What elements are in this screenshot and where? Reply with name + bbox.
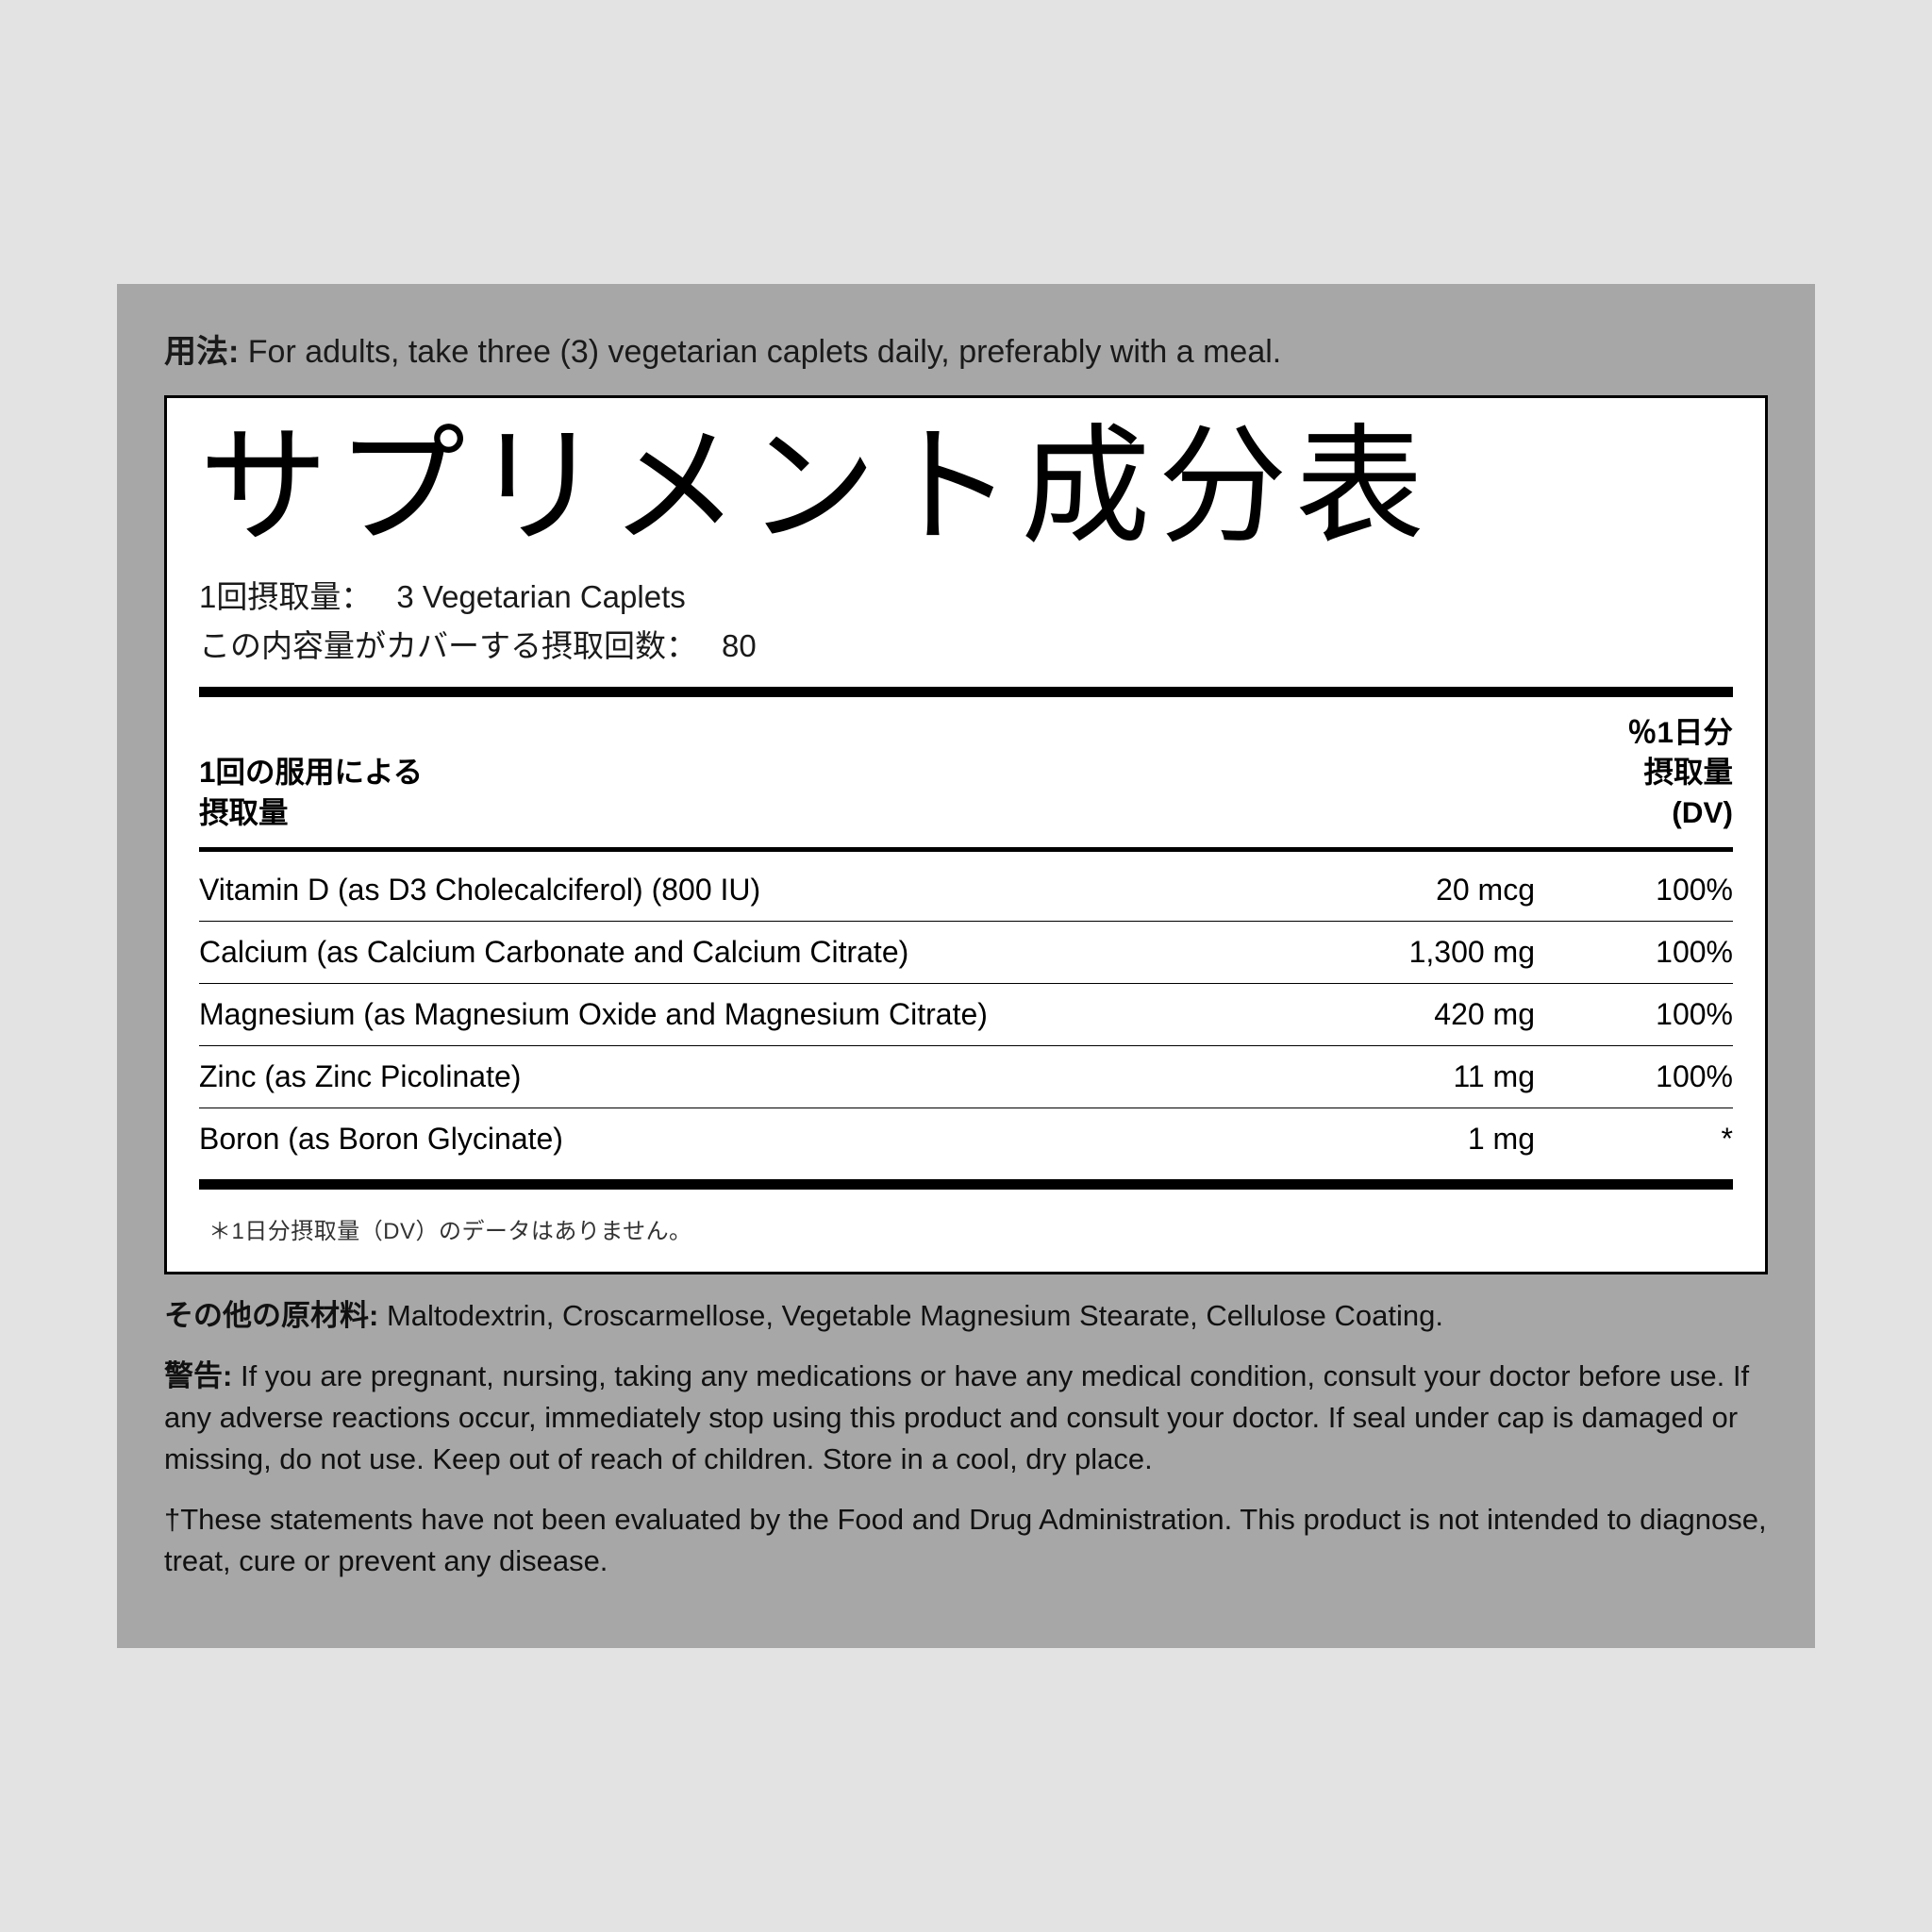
table-row: Boron (as Boron Glycinate) 1 mg * xyxy=(199,1108,1733,1171)
label-card: 用法: For adults, take three (3) vegetaria… xyxy=(117,284,1815,1649)
table-row: Vitamin D (as D3 Cholecalciferol) (800 I… xyxy=(199,859,1733,922)
nutrient-name: Magnesium (as Magnesium Oxide and Magnes… xyxy=(199,984,1384,1046)
nutrient-amount: 420 mg xyxy=(1384,984,1591,1046)
warning: 警告: If you are pregnant, nursing, taking… xyxy=(164,1356,1768,1480)
column-headers: 1回の服用による 摂取量 ％1日分 摂取量 (DV) xyxy=(199,707,1733,841)
nutrient-amount: 1,300 mg xyxy=(1384,922,1591,984)
nutrient-amount: 1 mg xyxy=(1384,1108,1591,1171)
col-left-line2: 摂取量 xyxy=(199,792,423,833)
directions: 用法: For adults, take three (3) vegetaria… xyxy=(164,331,1768,375)
warning-text: If you are pregnant, nursing, taking any… xyxy=(164,1359,1749,1475)
other-ingredients-text: Maltodextrin, Croscarmellose, Vegetable … xyxy=(387,1299,1443,1332)
table-row: Zinc (as Zinc Picolinate) 11 mg 100% xyxy=(199,1046,1733,1108)
directions-text: For adults, take three (3) vegetarian ca… xyxy=(248,334,1281,370)
servings-per-container-value: 80 xyxy=(722,622,757,670)
nutrient-table: Vitamin D (as D3 Cholecalciferol) (800 I… xyxy=(199,859,1733,1170)
directions-label: 用法: xyxy=(164,334,239,370)
col-right-line3: (DV) xyxy=(1627,792,1733,833)
nutrient-dv: 100% xyxy=(1591,1046,1733,1108)
nutrient-amount: 20 mcg xyxy=(1384,859,1591,922)
servings-per-container-label: この内容量がカバーする摂取回数： xyxy=(199,622,697,670)
nutrient-dv: 100% xyxy=(1591,922,1733,984)
nutrient-name: Calcium (as Calcium Carbonate and Calciu… xyxy=(199,922,1384,984)
nutrient-dv: * xyxy=(1591,1108,1733,1171)
table-row: Magnesium (as Magnesium Oxide and Magnes… xyxy=(199,984,1733,1046)
rule-thick-top xyxy=(199,687,1733,697)
nutrient-dv: 100% xyxy=(1591,984,1733,1046)
serving-block: 1回摂取量： 3 Vegetarian Caplets この内容量がカバーする摂… xyxy=(199,573,1733,669)
nutrient-name: Vitamin D (as D3 Cholecalciferol) (800 I… xyxy=(199,859,1384,922)
nutrient-amount: 11 mg xyxy=(1384,1046,1591,1108)
rule-thick-bottom xyxy=(199,1179,1733,1190)
table-row: Calcium (as Calcium Carbonate and Calciu… xyxy=(199,922,1733,984)
other-ingredients-label: その他の原材料: xyxy=(164,1299,378,1332)
warning-label: 警告: xyxy=(164,1359,232,1392)
nutrient-dv: 100% xyxy=(1591,859,1733,922)
nutrient-name: Zinc (as Zinc Picolinate) xyxy=(199,1046,1384,1108)
rule-med xyxy=(199,847,1733,852)
other-ingredients: その他の原材料: Maltodextrin, Croscarmellose, V… xyxy=(164,1295,1768,1337)
fda-disclaimer: †These statements have not been evaluate… xyxy=(164,1499,1768,1582)
col-right-line2: 摂取量 xyxy=(1627,752,1733,792)
nutrient-name: Boron (as Boron Glycinate) xyxy=(199,1108,1384,1171)
supplement-facts-panel: サプリメント成分表 1回摂取量： 3 Vegetarian Caplets この… xyxy=(164,395,1768,1275)
panel-title: サプリメント成分表 xyxy=(199,421,1733,557)
serving-size-label: 1回摂取量： xyxy=(199,573,372,621)
serving-size-value: 3 Vegetarian Caplets xyxy=(396,573,685,621)
below-panel: その他の原材料: Maltodextrin, Croscarmellose, V… xyxy=(164,1295,1768,1582)
col-left-line1: 1回の服用による xyxy=(199,752,423,792)
col-right-line1: ％1日分 xyxy=(1627,712,1733,753)
dv-footnote: ＊1日分摂取量（DV）のデータはありません。 xyxy=(199,1199,1733,1249)
